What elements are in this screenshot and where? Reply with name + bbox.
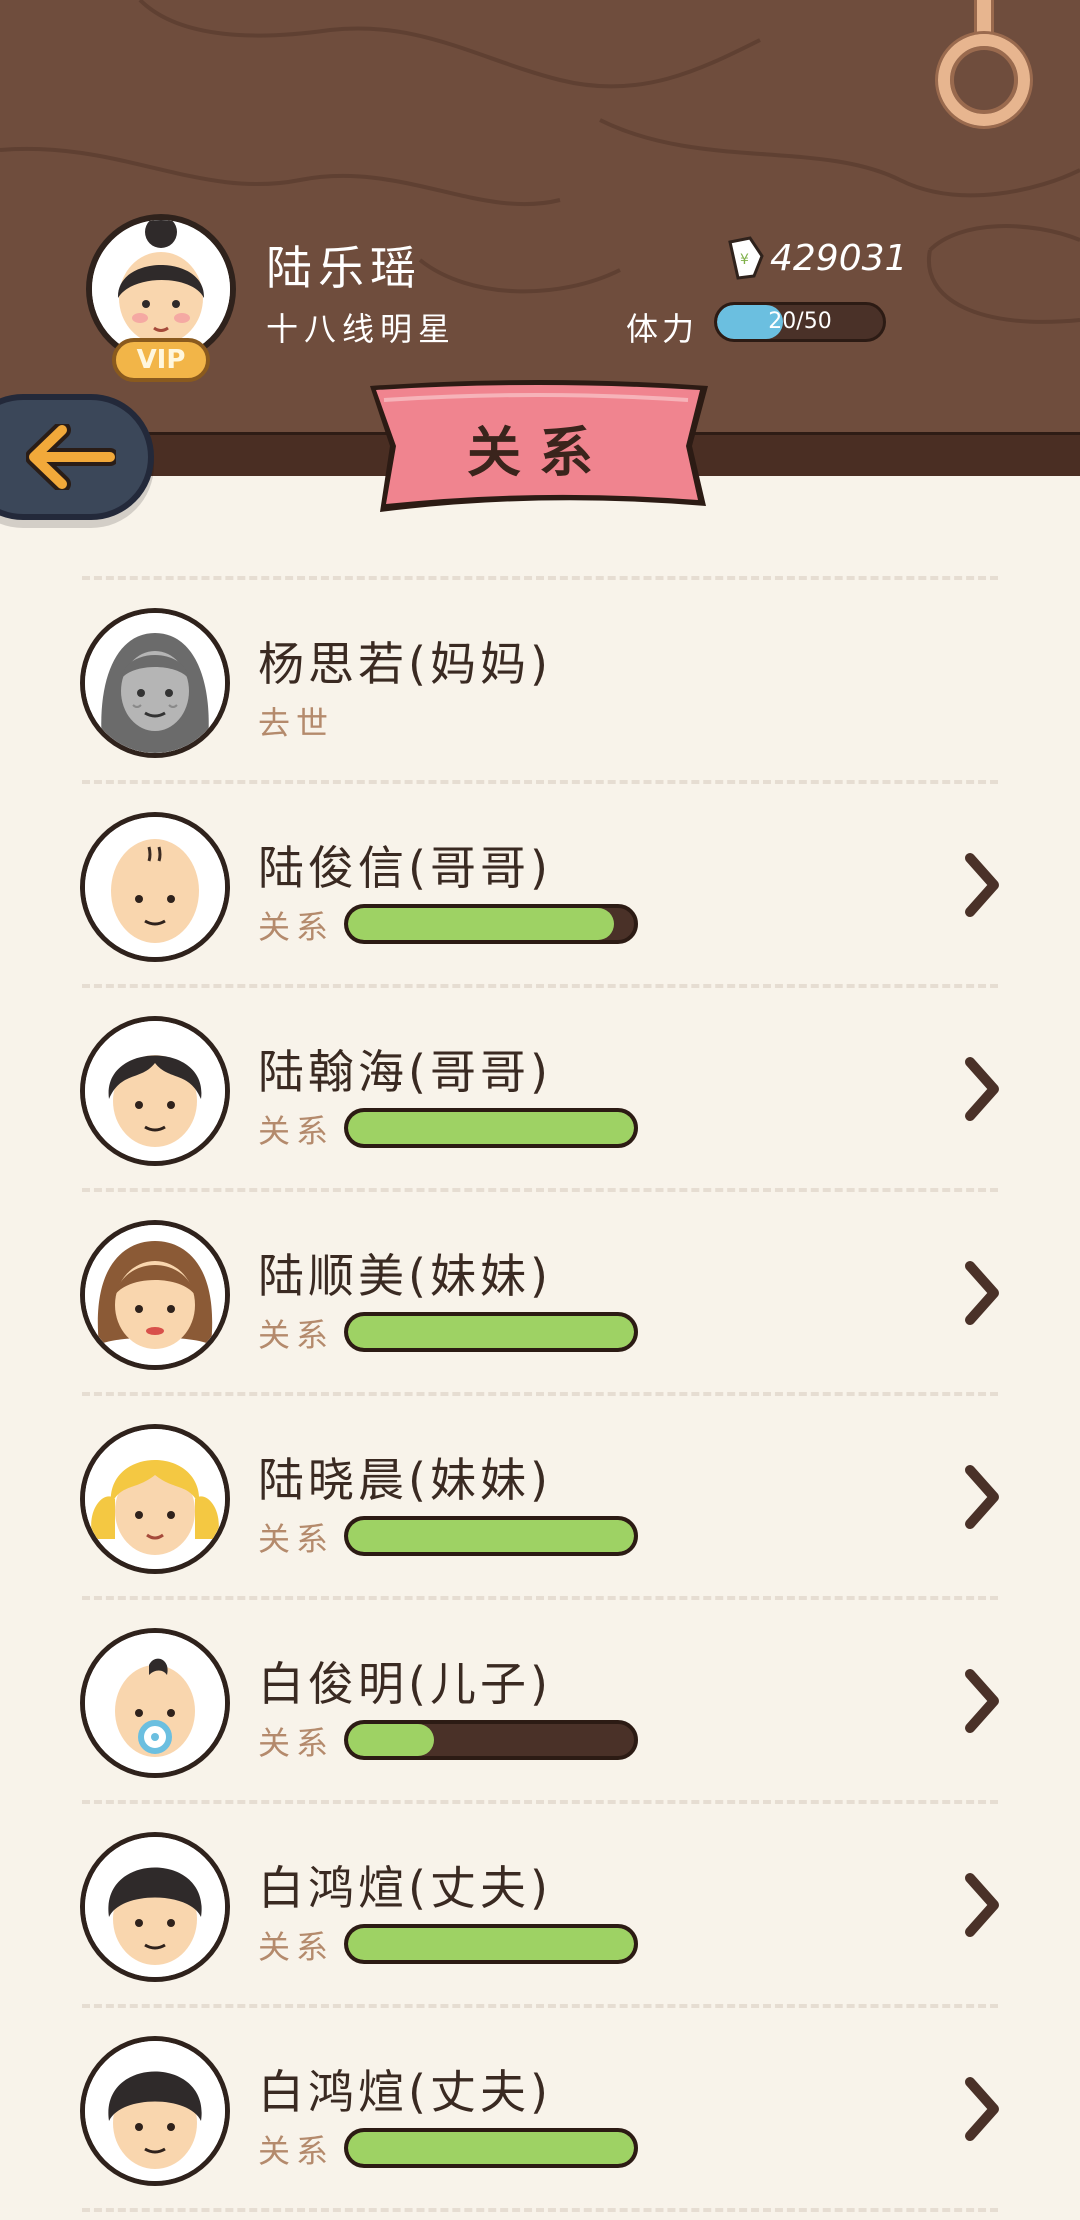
ring-icon[interactable]	[938, 34, 1030, 126]
relation-row: 杨思若(妈妈) 去世	[0, 578, 1080, 782]
relation-row[interactable]: 陆翰海(哥哥) 关系	[0, 986, 1080, 1190]
avatar	[80, 1016, 230, 1166]
page-title: 关系	[467, 421, 611, 484]
relation-bar-fill	[348, 1316, 634, 1348]
relation-row[interactable]: 陆俊信(哥哥) 关系	[0, 782, 1080, 986]
relation-label: 关系	[258, 1316, 335, 1354]
relation-name: 陆俊信(哥哥)	[258, 841, 552, 895]
relation-bar	[344, 1924, 638, 1964]
relation-bar-fill	[348, 1724, 434, 1756]
avatar	[80, 1424, 230, 1574]
relation-label: 关系	[258, 1520, 335, 1558]
relation-bar	[344, 1108, 638, 1148]
stamina-value: 20/50	[768, 309, 832, 334]
chevron-right-icon[interactable]	[962, 1260, 1002, 1326]
chevron-right-icon[interactable]	[962, 2076, 1002, 2142]
chevron-right-icon[interactable]	[962, 1056, 1002, 1122]
relation-row[interactable]: 白鸿煊(丈夫) 关系	[0, 1802, 1080, 2006]
relation-bar-fill	[348, 908, 614, 940]
relation-bar-fill	[348, 1520, 634, 1552]
relation-name: 杨思若(妈妈)	[258, 637, 552, 691]
chevron-right-icon[interactable]	[962, 1668, 1002, 1734]
relation-row[interactable]: 陆顺美(妹妹) 关系	[0, 1190, 1080, 1394]
coin-count: 429031	[770, 238, 908, 279]
chevron-right-icon[interactable]	[962, 852, 1002, 918]
relation-name: 白鸿煊(丈夫)	[258, 1861, 552, 1915]
player-name: 陆乐瑶	[266, 241, 422, 295]
relation-bar	[344, 1516, 638, 1556]
avatar	[80, 2036, 230, 2186]
stamina-label: 体力	[626, 310, 699, 348]
relation-bar	[344, 2128, 638, 2168]
back-arrow-icon	[26, 424, 116, 490]
relation-label: 关系	[258, 908, 335, 946]
relation-name: 陆晓晨(妹妹)	[258, 1453, 552, 1507]
back-button[interactable]	[0, 394, 154, 520]
relation-name: 陆翰海(哥哥)	[258, 1045, 552, 1099]
relation-bar-fill	[348, 1928, 634, 1960]
relation-name: 陆顺美(妹妹)	[258, 1249, 552, 1303]
relation-label: 关系	[258, 1724, 335, 1762]
relation-row[interactable]: 白俊明(儿子) 关系	[0, 1598, 1080, 1802]
stamina-bar: 20/50	[714, 302, 886, 342]
avatar	[80, 1220, 230, 1370]
relation-bar	[344, 1312, 638, 1352]
relation-row[interactable]: 白鸿煊(丈夫) 关系	[0, 2006, 1080, 2210]
vip-badge: VIP	[112, 338, 210, 382]
coin-ticket-icon: ¥	[728, 236, 764, 280]
svg-text:¥: ¥	[740, 252, 749, 268]
relation-row[interactable]: 陆晓晨(妹妹) 关系	[0, 1394, 1080, 1598]
relation-bar-fill	[348, 2132, 634, 2164]
relation-status: 去世	[258, 704, 335, 742]
player-rank: 十八线明星	[266, 310, 457, 348]
relation-name: 白鸿煊(丈夫)	[258, 2065, 552, 2119]
avatar	[80, 608, 230, 758]
avatar	[80, 1628, 230, 1778]
list-divider	[82, 2208, 998, 2212]
relation-name: 白俊明(儿子)	[258, 1657, 552, 1711]
relation-bar-fill	[348, 1112, 634, 1144]
relation-label: 关系	[258, 1112, 335, 1150]
relation-label: 关系	[258, 2132, 335, 2170]
chevron-right-icon[interactable]	[962, 1464, 1002, 1530]
avatar	[80, 1832, 230, 1982]
relation-bar	[344, 1720, 638, 1760]
chevron-right-icon[interactable]	[962, 1872, 1002, 1938]
relation-label: 关系	[258, 1928, 335, 1966]
avatar	[80, 812, 230, 962]
relation-bar	[344, 904, 638, 944]
